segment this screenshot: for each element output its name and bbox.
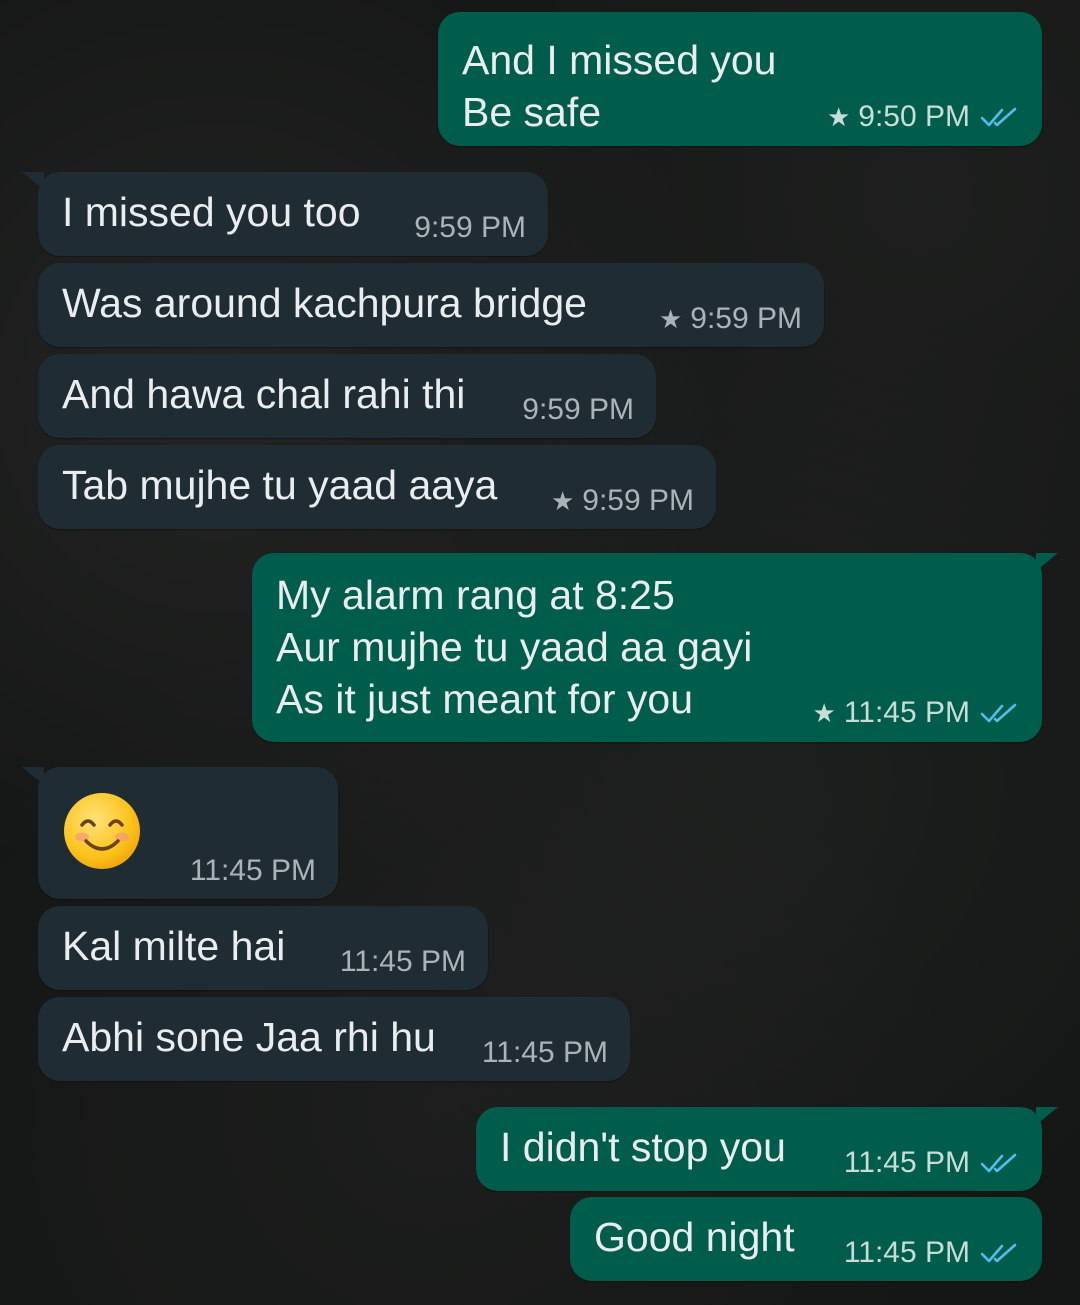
message-text: I didn't stop you xyxy=(500,1124,786,1170)
message-time: 11:45 PM xyxy=(481,1036,608,1069)
message-bubble-incoming[interactable]: Was around kachpura bridge ★ 9:59 PM xyxy=(38,263,824,347)
message-meta: 11:45 PM xyxy=(844,1237,1020,1269)
message-time: 9:59 PM xyxy=(522,393,634,426)
message-bubble-incoming[interactable]: Abhi sone Jaa rhi hu 11:45 PM xyxy=(38,997,630,1081)
message-time: 9:59 PM xyxy=(690,302,802,335)
star-icon: ★ xyxy=(826,102,851,132)
message-text: Kal milte hai xyxy=(62,923,286,969)
star-icon: ★ xyxy=(658,304,683,334)
message-time: 9:59 PM xyxy=(582,484,694,517)
message-meta: ★ 9:50 PM xyxy=(827,101,1020,133)
read-receipt-double-tick-icon xyxy=(980,1243,1017,1263)
star-icon: ★ xyxy=(812,698,836,728)
message-text: And hawa chal rahi thi xyxy=(62,371,466,417)
message-bubble-incoming[interactable]: Kal milte hai 11:45 PM xyxy=(38,906,488,990)
message-text: I missed you too xyxy=(62,189,361,235)
message-meta: 9:59 PM xyxy=(414,212,526,244)
star-icon: ★ xyxy=(550,486,575,516)
message-text: My alarm rang at 8:25 Aur mujhe tu yaad … xyxy=(276,572,753,722)
message-meta: 11:45 PM xyxy=(340,946,466,978)
message-meta: 11:45 PM xyxy=(190,855,316,887)
message-bubble-outgoing[interactable]: Good night 11:45 PM xyxy=(570,1197,1042,1281)
message-time: 9:59 PM xyxy=(414,211,526,244)
message-time: 11:45 PM xyxy=(843,1236,970,1269)
chat-screen: { "messages": [ {"direction": "outgoing"… xyxy=(0,0,1080,1305)
message-text: Was around kachpura bridge xyxy=(62,280,587,326)
message-time: 9:50 PM xyxy=(858,100,970,133)
message-bubble-incoming[interactable]: 11:45 PM xyxy=(22,767,338,899)
read-receipt-double-tick-icon xyxy=(980,703,1017,723)
message-bubble-outgoing[interactable]: And I missed you Be safe ★ 9:50 PM xyxy=(438,12,1042,146)
message-meta: ★ 9:59 PM xyxy=(659,303,802,335)
message-text: Abhi sone Jaa rhi hu xyxy=(62,1014,436,1060)
message-meta: 9:59 PM xyxy=(522,394,634,426)
message-time: 11:45 PM xyxy=(843,1146,970,1179)
read-receipt-double-tick-icon xyxy=(980,107,1017,127)
smiling-face-emoji-icon xyxy=(64,793,140,869)
message-bubble-outgoing[interactable]: My alarm rang at 8:25 Aur mujhe tu yaad … xyxy=(252,553,1058,742)
message-bubble-incoming[interactable]: Tab mujhe tu yaad aaya ★ 9:59 PM xyxy=(38,445,716,529)
message-meta: 11:45 PM xyxy=(844,1147,1020,1179)
message-time: 11:45 PM xyxy=(843,696,970,729)
message-text: Tab mujhe tu yaad aaya xyxy=(62,462,498,508)
message-bubble-outgoing[interactable]: I didn't stop you 11:45 PM xyxy=(476,1107,1058,1191)
message-bubble-incoming[interactable]: I missed you too 9:59 PM xyxy=(22,172,548,256)
message-bubble-incoming[interactable]: And hawa chal rahi thi 9:59 PM xyxy=(38,354,656,438)
message-time: 11:45 PM xyxy=(189,854,316,887)
message-text: And I missed you Be safe xyxy=(462,37,777,135)
message-meta: ★ 11:45 PM xyxy=(813,697,1021,729)
message-meta: ★ 9:59 PM xyxy=(551,485,694,517)
read-receipt-double-tick-icon xyxy=(980,1153,1017,1173)
message-text: Good night xyxy=(594,1214,795,1260)
message-time: 11:45 PM xyxy=(339,945,466,978)
message-meta: 11:45 PM xyxy=(482,1037,608,1069)
